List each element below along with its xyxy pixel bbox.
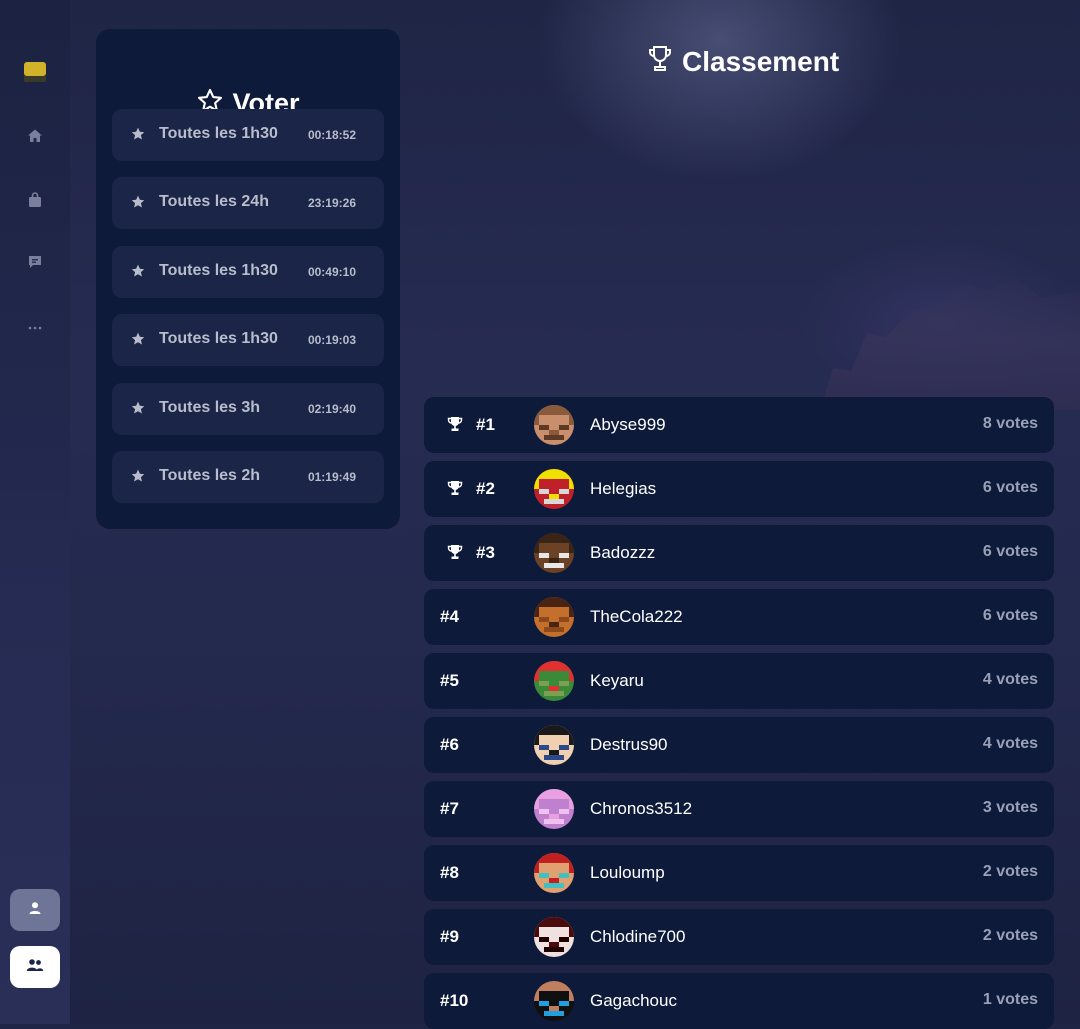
home-icon[interactable] bbox=[25, 126, 45, 146]
ranking-row[interactable]: #1 Abyse999 8 votes bbox=[424, 397, 1054, 453]
vote-item-label: Toutes les 1h30 bbox=[159, 125, 278, 142]
rank-position: #5 bbox=[440, 671, 459, 690]
vote-item-label: Toutes les 1h30 bbox=[159, 330, 278, 348]
player-name: Helegias bbox=[590, 479, 657, 498]
trophy-icon bbox=[446, 415, 464, 438]
trophy-outline-icon bbox=[646, 44, 674, 79]
player-name: Chronos3512 bbox=[590, 799, 693, 818]
player-name: Chlodine700 bbox=[590, 927, 686, 946]
avatar bbox=[534, 533, 574, 573]
vote-item[interactable]: Toutes les 2h 01:19:49 bbox=[112, 451, 384, 503]
vote-item[interactable]: Toutes les 1h30 00:49:10 bbox=[112, 245, 384, 298]
rank-position: #8 bbox=[440, 863, 459, 882]
vote-count: 1 votes bbox=[982, 991, 1038, 1008]
vote-count: 6 votes bbox=[982, 543, 1038, 560]
avatar bbox=[534, 597, 574, 637]
vote-count: 6 votes bbox=[982, 607, 1038, 624]
star-icon bbox=[130, 400, 146, 421]
vote-item[interactable]: Toutes les 1h30 00:18:52 bbox=[112, 109, 384, 161]
rank-position: #6 bbox=[440, 735, 459, 754]
rank-position: #10 bbox=[440, 991, 469, 1010]
more-icon[interactable] bbox=[25, 316, 45, 336]
vote-item-timer: 23:19:26 bbox=[307, 196, 356, 211]
avatar bbox=[534, 917, 574, 957]
player-name: Louloump bbox=[590, 863, 665, 882]
vote-item-label: Toutes les 2h bbox=[159, 467, 261, 484]
vote-item-timer: 00:49:10 bbox=[307, 264, 356, 279]
rank-position: #2 bbox=[476, 479, 495, 498]
star-icon bbox=[130, 263, 146, 284]
avatar bbox=[534, 405, 574, 445]
avatar bbox=[534, 853, 574, 893]
vote-count: 4 votes bbox=[982, 735, 1038, 752]
ranking-row[interactable]: #2 Helegias 6 votes bbox=[424, 461, 1054, 517]
ranking-row[interactable]: #10 Gagachouc 1 votes bbox=[424, 973, 1054, 1029]
vote-item-label: Toutes les 1h30 bbox=[159, 261, 278, 279]
vote-item-timer: 00:18:52 bbox=[307, 128, 356, 142]
player-name: Badozzz bbox=[590, 543, 656, 562]
vote-item-label: Toutes les 3h bbox=[159, 398, 261, 416]
avatar bbox=[534, 661, 574, 701]
vote-count: 3 votes bbox=[982, 799, 1038, 816]
rank-position: #1 bbox=[476, 415, 495, 434]
vote-item-timer: 00:19:03 bbox=[307, 333, 356, 348]
avatar bbox=[534, 469, 574, 509]
vote-count: 6 votes bbox=[982, 479, 1038, 496]
vote-count: 2 votes bbox=[982, 863, 1038, 880]
logo-icon[interactable] bbox=[24, 62, 46, 82]
trophy-icon bbox=[446, 479, 464, 502]
chat-icon[interactable] bbox=[25, 252, 45, 272]
ranking-row[interactable]: #3 Badozzz 6 votes bbox=[424, 525, 1054, 581]
vote-item[interactable]: Toutes les 1h30 00:19:03 bbox=[112, 314, 384, 367]
ranking-row[interactable]: #5 Keyaru 4 votes bbox=[424, 653, 1054, 709]
ranking-row[interactable]: #8 Louloump 2 votes bbox=[424, 845, 1054, 901]
star-icon bbox=[130, 126, 146, 147]
vote-item-timer: 02:19:40 bbox=[307, 401, 356, 416]
shop-icon[interactable] bbox=[25, 190, 45, 210]
vote-count: 8 votes bbox=[982, 415, 1038, 432]
vote-count: 2 votes bbox=[982, 927, 1038, 944]
user-icon bbox=[28, 901, 42, 920]
ranking-title: Classement bbox=[646, 44, 839, 79]
vote-item[interactable]: Toutes les 3h 02:19:40 bbox=[112, 382, 384, 435]
rank-position: #9 bbox=[440, 927, 459, 946]
rank-position: #7 bbox=[440, 799, 459, 818]
vote-count: 4 votes bbox=[982, 671, 1038, 688]
rank-position: #4 bbox=[440, 607, 459, 626]
vote-item-timer: 01:19:49 bbox=[307, 470, 356, 484]
sidebar bbox=[0, 0, 70, 1024]
ranking-title-text: Classement bbox=[682, 45, 840, 77]
profile-button[interactable] bbox=[10, 889, 60, 931]
star-icon bbox=[130, 468, 146, 489]
player-name: Abyse999 bbox=[590, 415, 666, 434]
avatar bbox=[534, 981, 574, 1021]
rank-position: #3 bbox=[476, 543, 495, 562]
vote-panel: Voter Toutes les 1h30 00:18:52 Toutes les … bbox=[96, 29, 400, 529]
background-castle bbox=[820, 277, 1080, 410]
avatar bbox=[534, 725, 574, 765]
ranking-row[interactable]: #7 Chronos3512 3 votes bbox=[424, 781, 1054, 837]
star-icon bbox=[130, 331, 146, 352]
vote-item[interactable]: Toutes les 24h 23:19:26 bbox=[112, 177, 384, 230]
team-button[interactable] bbox=[10, 946, 60, 988]
player-name: Gagachouc bbox=[590, 991, 677, 1010]
player-name: Keyaru bbox=[590, 671, 644, 690]
ranking-row[interactable]: #9 Chlodine700 2 votes bbox=[424, 909, 1054, 965]
vote-item-label: Toutes les 24h bbox=[159, 193, 269, 211]
avatar bbox=[534, 789, 574, 829]
player-name: Destrus90 bbox=[590, 735, 668, 754]
ranking-row[interactable]: #4 TheCola222 6 votes bbox=[424, 589, 1054, 645]
star-icon bbox=[130, 194, 146, 215]
player-name: TheCola222 bbox=[590, 607, 683, 626]
users-icon bbox=[26, 958, 44, 977]
ranking-row[interactable]: #6 Destrus90 4 votes bbox=[424, 717, 1054, 773]
trophy-icon bbox=[446, 543, 464, 566]
